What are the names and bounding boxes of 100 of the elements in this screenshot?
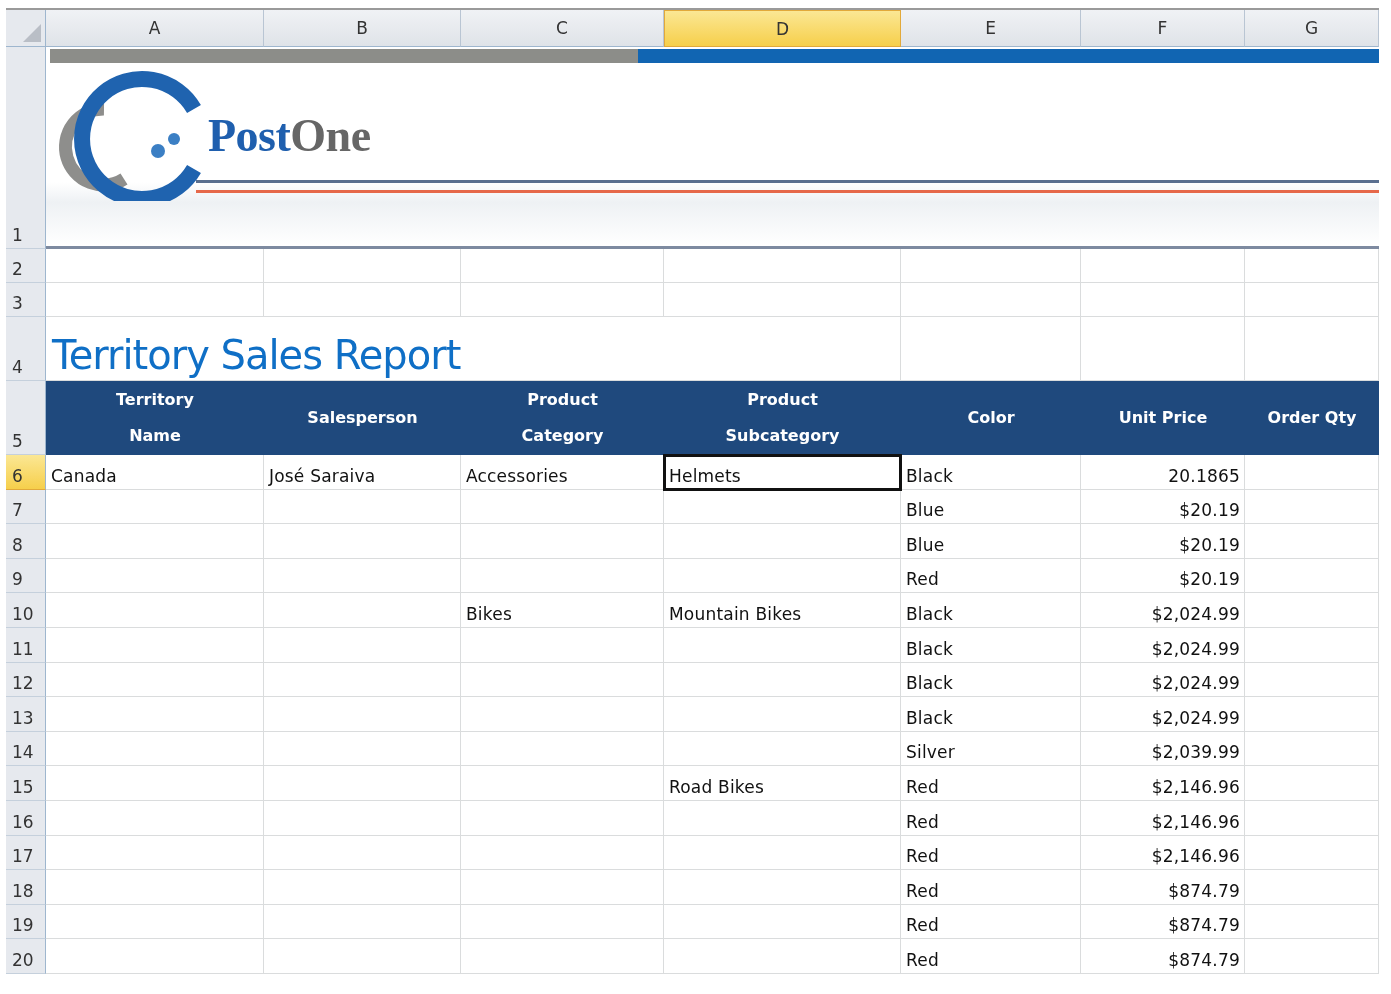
table-cell[interactable] (461, 489, 664, 525)
table-cell[interactable] (46, 835, 264, 871)
table-cell[interactable] (664, 835, 901, 871)
table-cell[interactable] (1245, 766, 1379, 801)
row-header[interactable]: 7 (6, 489, 46, 525)
table-cell[interactable] (1245, 939, 1379, 974)
table-cell[interactable] (1245, 835, 1379, 871)
table-cell[interactable] (1245, 455, 1379, 490)
table-cell[interactable]: $2,039.99 (1081, 731, 1245, 767)
table-cell[interactable] (264, 731, 461, 767)
table-cell[interactable] (46, 904, 264, 940)
table-cell[interactable] (46, 870, 264, 905)
table-cell[interactable] (1245, 627, 1379, 663)
table-cell[interactable] (264, 697, 461, 732)
table-cell[interactable] (664, 662, 901, 698)
table-cell[interactable] (46, 939, 264, 974)
table-cell[interactable] (264, 627, 461, 663)
table-cell[interactable]: Silver (901, 731, 1081, 767)
table-cell[interactable]: $2,146.96 (1081, 835, 1245, 871)
column-header[interactable]: D (664, 10, 901, 47)
row-header[interactable]: 11 (6, 627, 46, 663)
table-cell[interactable] (461, 939, 664, 974)
table-cell[interactable]: $2,146.96 (1081, 800, 1245, 836)
table-cell[interactable] (46, 766, 264, 801)
row-header[interactable]: 5 (6, 381, 46, 455)
table-cell[interactable] (664, 939, 901, 974)
table-cell[interactable] (1245, 489, 1379, 525)
row-header[interactable]: 10 (6, 593, 46, 628)
table-cell[interactable] (664, 489, 901, 525)
table-cell[interactable] (461, 697, 664, 732)
table-cell[interactable]: $874.79 (1081, 904, 1245, 940)
table-cell[interactable] (1245, 593, 1379, 628)
table-cell[interactable] (1245, 904, 1379, 940)
table-cell[interactable] (461, 800, 664, 836)
table-cell[interactable] (46, 800, 264, 836)
table-cell[interactable]: Bikes (461, 593, 664, 628)
column-header[interactable]: E (901, 10, 1081, 47)
row-header[interactable]: 3 (6, 283, 46, 317)
table-cell[interactable] (46, 662, 264, 698)
table-cell[interactable]: $20.19 (1081, 489, 1245, 525)
table-cell[interactable] (264, 489, 461, 525)
table-cell[interactable] (264, 835, 461, 871)
column-header[interactable]: B (264, 10, 461, 47)
table-cell[interactable] (461, 835, 664, 871)
table-cell[interactable]: Mountain Bikes (664, 593, 901, 628)
table-cell[interactable] (461, 524, 664, 559)
row-header[interactable]: 13 (6, 697, 46, 732)
row-header[interactable]: 15 (6, 766, 46, 801)
row-header[interactable]: 8 (6, 524, 46, 559)
table-cell[interactable] (46, 627, 264, 663)
column-header[interactable]: F (1081, 10, 1245, 47)
table-cell[interactable] (1245, 731, 1379, 767)
column-header[interactable]: C (461, 10, 664, 47)
row-header[interactable]: 9 (6, 558, 46, 594)
table-cell[interactable] (461, 731, 664, 767)
select-all-corner[interactable] (6, 10, 46, 47)
table-cell[interactable] (1245, 870, 1379, 905)
table-cell[interactable]: $2,024.99 (1081, 662, 1245, 698)
table-cell[interactable]: Red (901, 939, 1081, 974)
table-cell[interactable]: Black (901, 455, 1081, 490)
row-header[interactable]: 4 (6, 317, 46, 381)
table-cell[interactable]: $874.79 (1081, 939, 1245, 974)
table-cell[interactable] (46, 593, 264, 628)
table-cell[interactable]: Red (901, 870, 1081, 905)
table-cell[interactable] (1245, 558, 1379, 594)
row-header[interactable]: 6 (6, 455, 46, 490)
table-cell[interactable] (264, 766, 461, 801)
table-cell[interactable] (264, 870, 461, 905)
column-header[interactable]: A (46, 10, 264, 47)
table-cell[interactable] (1245, 800, 1379, 836)
table-cell[interactable] (264, 662, 461, 698)
table-cell[interactable] (264, 800, 461, 836)
table-cell[interactable] (46, 558, 264, 594)
table-cell[interactable] (461, 904, 664, 940)
table-cell[interactable] (46, 731, 264, 767)
table-cell[interactable] (46, 697, 264, 732)
table-cell[interactable]: Accessories (461, 455, 664, 490)
row-header[interactable]: 14 (6, 731, 46, 767)
table-cell[interactable] (461, 627, 664, 663)
table-cell[interactable]: Black (901, 697, 1081, 732)
table-cell[interactable]: Black (901, 593, 1081, 628)
table-cell[interactable] (46, 524, 264, 559)
table-cell[interactable] (664, 524, 901, 559)
table-cell[interactable]: Red (901, 766, 1081, 801)
table-cell[interactable] (664, 627, 901, 663)
selected-cell[interactable]: Helmets (664, 455, 901, 490)
table-cell[interactable]: $2,024.99 (1081, 627, 1245, 663)
row-header[interactable]: 2 (6, 249, 46, 283)
table-cell[interactable]: $20.19 (1081, 524, 1245, 559)
table-cell[interactable] (264, 558, 461, 594)
table-cell[interactable]: Red (901, 835, 1081, 871)
table-cell[interactable] (46, 489, 264, 525)
table-cell[interactable] (264, 593, 461, 628)
table-cell[interactable] (664, 870, 901, 905)
table-cell[interactable] (461, 870, 664, 905)
row-header[interactable]: 19 (6, 904, 46, 940)
table-cell[interactable]: Blue (901, 489, 1081, 525)
table-cell[interactable]: Road Bikes (664, 766, 901, 801)
table-cell[interactable]: José Saraiva (264, 455, 461, 490)
table-cell[interactable]: Red (901, 800, 1081, 836)
